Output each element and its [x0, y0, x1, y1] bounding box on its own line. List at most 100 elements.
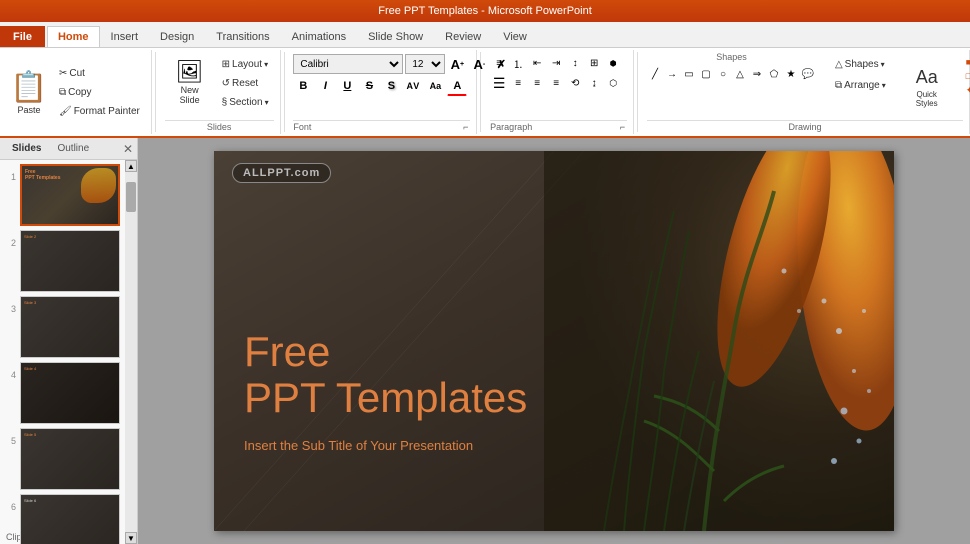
- slide-thumb-4[interactable]: 4 Slide 4: [4, 362, 121, 424]
- shape-star[interactable]: ★: [783, 66, 799, 82]
- align-right-button[interactable]: ≡: [528, 74, 546, 92]
- grow-font-button[interactable]: A+: [447, 54, 467, 74]
- slide-thumb-1[interactable]: 1 FreePPT Templates: [4, 164, 121, 226]
- justify-button[interactable]: ≡: [547, 74, 565, 92]
- quick-styles-button[interactable]: Aa QuickStyles: [905, 54, 949, 120]
- cut-label: Cut: [69, 68, 85, 79]
- shape-rounded-rect[interactable]: ▢: [698, 66, 714, 82]
- slide-thumb-2[interactable]: 2 Slide 2: [4, 230, 121, 292]
- slide-title-container[interactable]: Free PPT Templates: [244, 329, 527, 421]
- slides-panel: Slides Outline ✕ 1 FreePPT Templates 2: [0, 138, 138, 544]
- layout-dropdown-icon: ▾: [264, 60, 268, 69]
- text-direction-button[interactable]: ⟲: [566, 74, 584, 92]
- outline-tab[interactable]: Outline: [49, 141, 97, 156]
- line-spacing-button[interactable]: ↕: [566, 54, 584, 72]
- shape-triangle[interactable]: △: [732, 66, 748, 82]
- shape-line[interactable]: ╱: [647, 66, 663, 82]
- slide-img-5[interactable]: Slide 5: [20, 428, 120, 490]
- quick-styles-icon: Aa: [916, 67, 938, 88]
- scroll-down-button[interactable]: ▼: [125, 532, 137, 544]
- bold-button[interactable]: B: [293, 76, 313, 96]
- slide-thumb-5[interactable]: 5 Slide 5: [4, 428, 121, 490]
- slide-title-line2: PPT Templates: [244, 375, 527, 421]
- slides-tab[interactable]: Slides: [4, 141, 49, 156]
- format-painter-button[interactable]: 🖌 Format Painter: [54, 103, 145, 120]
- arrange-button[interactable]: ⧉ Arrange ▾: [830, 77, 891, 94]
- tab-insert[interactable]: Insert: [100, 26, 150, 47]
- font-size-select[interactable]: 12: [405, 54, 445, 74]
- font-name-select[interactable]: Calibri: [293, 54, 403, 74]
- tab-transitions[interactable]: Transitions: [205, 26, 280, 47]
- slide-img-6[interactable]: Slide 6: [20, 494, 120, 544]
- tab-view[interactable]: View: [492, 26, 538, 47]
- shape-pentagon[interactable]: ⬠: [766, 66, 782, 82]
- paragraph-group: ≡ ⒈ ⇤ ⇥ ↕ ⊞ ⬢ ☰ ≡ ≡ ≡ ⟲ ↨ ⬡ Paragraph ⌐: [484, 50, 634, 134]
- strikethrough-button[interactable]: S: [359, 76, 379, 96]
- shape-effects-icon: ✦: [966, 85, 970, 96]
- tab-animations[interactable]: Animations: [281, 26, 357, 47]
- new-slide-button[interactable]: 🖼 NewSlide: [165, 52, 215, 112]
- italic-button[interactable]: I: [315, 76, 335, 96]
- tab-file[interactable]: File: [0, 26, 45, 47]
- shape-effects-button[interactable]: ✦ Shape Effects ▾: [963, 84, 970, 97]
- font-expand-button[interactable]: ⌐: [461, 122, 470, 132]
- shapes-grid: ╱ → ▭ ▢ ○ △ ⇒ ⬠ ★ 💬: [647, 66, 816, 82]
- slide-canvas[interactable]: ALLPPT.com Free PPT Templates Insert the…: [214, 151, 894, 531]
- shape-rect[interactable]: ▭: [681, 66, 697, 82]
- tab-review[interactable]: Review: [434, 26, 492, 47]
- tab-slideshow[interactable]: Slide Show: [357, 26, 434, 47]
- shape-outline-button[interactable]: □ Shape Outline ▾: [963, 70, 970, 82]
- close-panel-button[interactable]: ✕: [123, 142, 133, 156]
- slide-img-4[interactable]: Slide 4: [20, 362, 120, 424]
- columns-button[interactable]: ⊞: [585, 54, 603, 72]
- smartart-button[interactable]: ⬢: [604, 54, 622, 72]
- shape-arrow[interactable]: →: [664, 66, 680, 82]
- slide-thumb-6[interactable]: 6 Slide 6: [4, 494, 121, 544]
- paragraph-expand-button[interactable]: ⌐: [618, 122, 627, 132]
- slide-num-1: 1: [4, 164, 16, 182]
- slide-img-3[interactable]: Slide 3: [20, 296, 120, 358]
- slide-subtitle[interactable]: Insert the Sub Title of Your Presentatio…: [244, 438, 473, 453]
- slide-img-2[interactable]: Slide 2: [20, 230, 120, 292]
- char-spacing-button[interactable]: AV: [403, 76, 423, 96]
- convert-to-smartart-button[interactable]: ⬡: [604, 74, 622, 92]
- shape-right-arrow[interactable]: ⇒: [749, 66, 765, 82]
- slide-num-6: 6: [4, 494, 16, 512]
- layout-button[interactable]: ⊞ Layout ▾: [217, 56, 274, 73]
- decrease-indent-button[interactable]: ⇤: [528, 54, 546, 72]
- change-case-button[interactable]: Aa: [425, 76, 445, 96]
- increase-indent-button[interactable]: ⇥: [547, 54, 565, 72]
- align-text-button[interactable]: ↨: [585, 74, 603, 92]
- slide-thumb-3[interactable]: 3 Slide 3: [4, 296, 121, 358]
- shape-outline-icon: □: [966, 71, 970, 81]
- shape-fill-icon: ■: [966, 57, 970, 67]
- cut-icon: ✂: [59, 68, 67, 79]
- scroll-up-button[interactable]: ▲: [125, 160, 137, 172]
- numbering-button[interactable]: ⒈: [509, 54, 527, 72]
- reset-button[interactable]: ↺ Reset: [217, 75, 274, 92]
- slide-img-1[interactable]: FreePPT Templates: [20, 164, 120, 226]
- scroll-thumb[interactable]: [126, 182, 136, 212]
- align-center-button[interactable]: ≡: [509, 74, 527, 92]
- tab-design[interactable]: Design: [149, 26, 205, 47]
- bullets-button[interactable]: ≡: [490, 54, 508, 72]
- shape-oval[interactable]: ○: [715, 66, 731, 82]
- shape-callout[interactable]: 💬: [800, 66, 816, 82]
- align-left-button[interactable]: ☰: [490, 74, 508, 92]
- font-group-label: Font ⌐: [293, 120, 470, 132]
- slides-scrollbar[interactable]: ▲ ▼: [125, 160, 137, 544]
- quick-styles-label: QuickStyles: [916, 90, 938, 108]
- tab-home[interactable]: Home: [47, 26, 100, 47]
- cut-button[interactable]: ✂ Cut: [54, 65, 145, 82]
- text-shadow-button[interactable]: S: [381, 76, 401, 96]
- shapes-area-label: Shapes: [716, 52, 747, 62]
- paste-button[interactable]: 📋 Paste: [6, 62, 52, 122]
- window-title: Free PPT Templates - Microsoft PowerPoin…: [378, 5, 592, 17]
- font-color-button[interactable]: A: [447, 76, 467, 96]
- copy-button[interactable]: ⧉ Copy: [54, 84, 145, 101]
- shapes-button[interactable]: △ Shapes ▾: [830, 56, 891, 73]
- underline-button[interactable]: U: [337, 76, 357, 96]
- section-button[interactable]: § Section ▾: [217, 94, 274, 111]
- shape-fill-button[interactable]: ■ Shape Fill ▾: [963, 56, 970, 68]
- scroll-track[interactable]: [125, 172, 137, 532]
